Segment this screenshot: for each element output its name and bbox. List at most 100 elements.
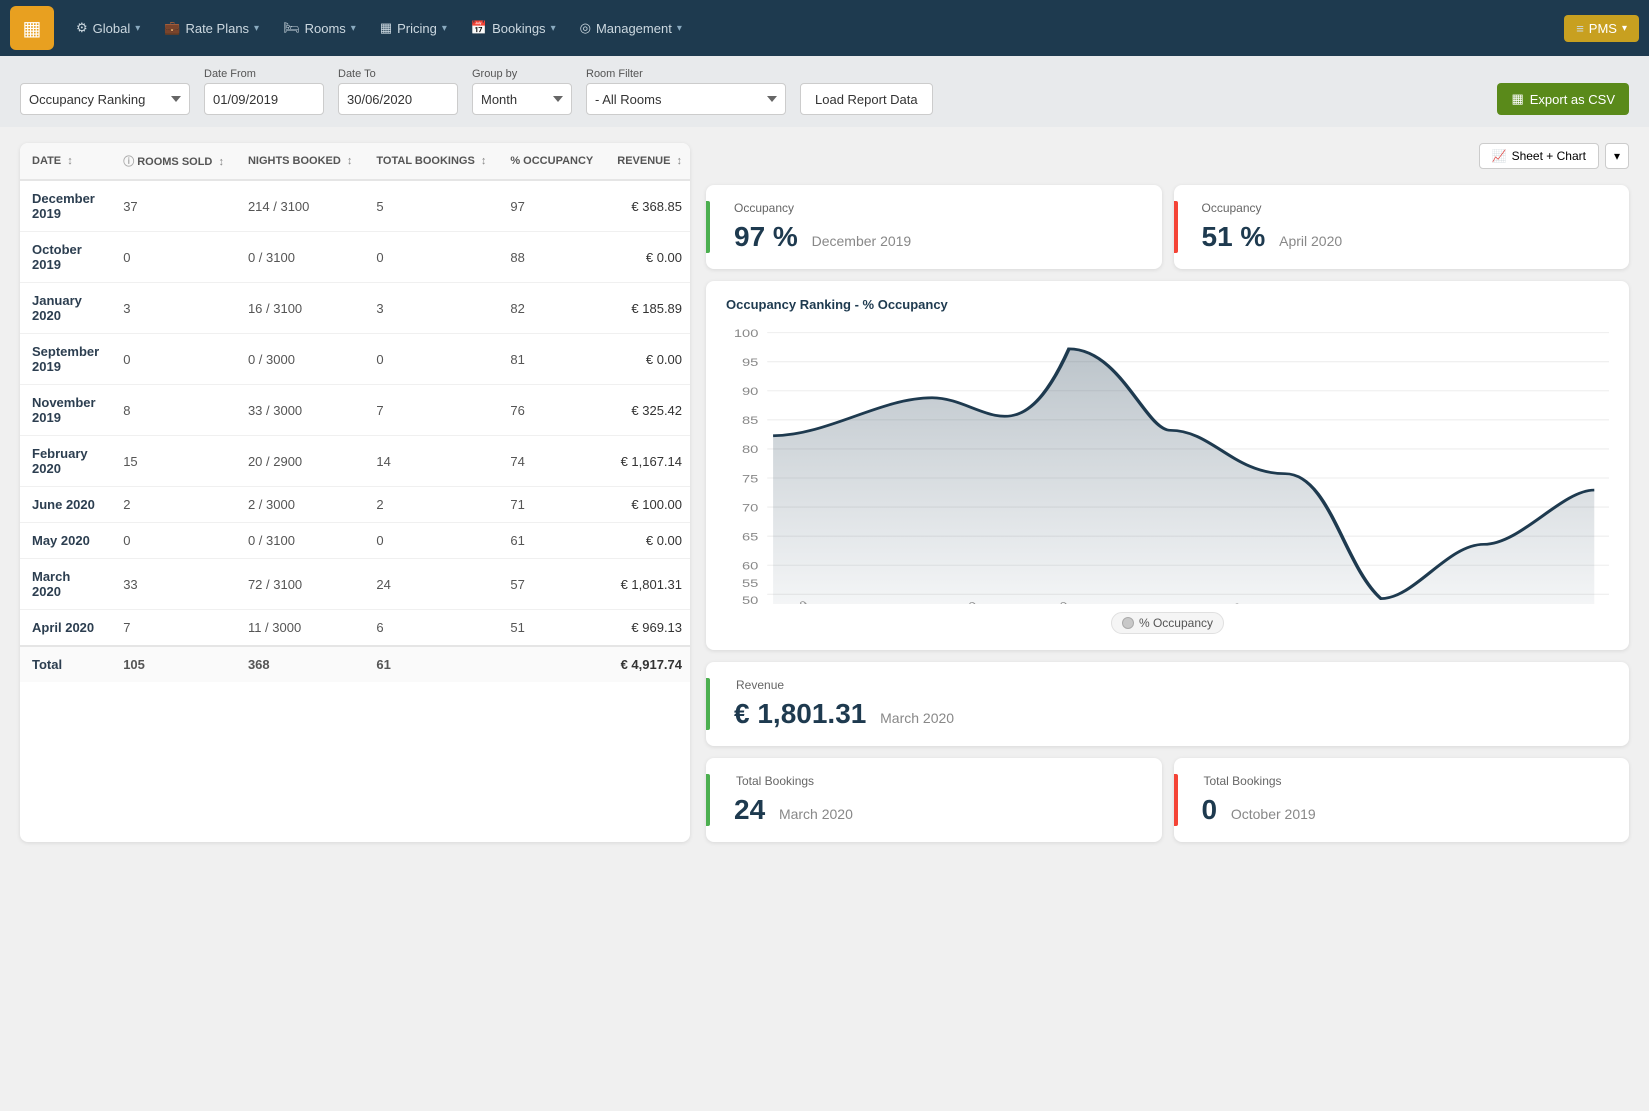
revenue-card: Revenue € 1,801.31 March 2020	[706, 662, 1629, 746]
red-accent	[1174, 201, 1178, 253]
briefcase-icon: 💼	[164, 20, 180, 36]
cell-nights-booked: 16 / 3100	[236, 283, 364, 334]
sort-icon-nights: ↕	[347, 155, 353, 167]
col-header-nights-booked[interactable]: NIGHTS BOOKED ↕	[236, 143, 364, 180]
cell-date: March 2020	[20, 559, 111, 610]
cell-pct-occupancy: 82	[498, 283, 605, 334]
date-to-input[interactable]	[338, 83, 458, 115]
nav-label-pms: PMS	[1589, 21, 1617, 36]
cell-revenue: € 1,167.14	[605, 436, 690, 487]
app-logo: ▦	[10, 6, 54, 50]
date-from-input[interactable]	[204, 83, 324, 115]
revenue-accent	[706, 678, 710, 730]
nav-item-bookings[interactable]: 📅 Bookings ▾	[459, 14, 568, 42]
date-from-label: Date From	[204, 68, 324, 80]
chevron-down-icon-7: ▾	[1622, 23, 1627, 34]
cell-rooms-sold: 0	[111, 523, 236, 559]
cell-total-label: Total	[20, 646, 111, 682]
nav-label-bookings: Bookings	[492, 21, 545, 36]
bookings-high-title: Total Bookings	[736, 774, 1142, 788]
table-row: June 2020 2 2 / 3000 2 71 € 100.00	[20, 487, 690, 523]
cell-rooms-sold: 0	[111, 334, 236, 385]
chart-legend: % Occupancy	[726, 612, 1609, 634]
cell-pct-occupancy: 61	[498, 523, 605, 559]
col-header-rooms-sold[interactable]: ⓘROOMS SOLD ↕	[111, 143, 236, 180]
cell-pct-occupancy: 81	[498, 334, 605, 385]
table-row: April 2020 7 11 / 3000 6 51 € 969.13	[20, 610, 690, 647]
occupancy-low-value: 51 % April 2020	[1202, 221, 1610, 253]
cell-nights-booked: 20 / 2900	[236, 436, 364, 487]
bookings-low-title: Total Bookings	[1204, 774, 1610, 788]
report-type-filter: Occupancy Ranking	[20, 80, 190, 115]
svg-text:60: 60	[742, 560, 758, 573]
cell-total-bookings: 2	[364, 487, 498, 523]
cell-rooms-sold: 33	[111, 559, 236, 610]
load-report-button[interactable]: Load Report Data	[800, 83, 933, 115]
cell-rooms-sold: 2	[111, 487, 236, 523]
bookings-red-accent	[1174, 774, 1178, 826]
group-by-group: Group by Month Week Day	[472, 68, 572, 115]
cell-revenue: € 1,801.31	[605, 559, 690, 610]
export-csv-button[interactable]: ▦ Export as CSV	[1497, 83, 1629, 115]
svg-text:75: 75	[742, 472, 758, 485]
top-navigation: ▦ ⚙ Global ▾ 💼 Rate Plans ▾ 🛏 Rooms ▾ ▦ …	[0, 0, 1649, 56]
cell-rooms-sold: 7	[111, 610, 236, 647]
cell-date: May 2020	[20, 523, 111, 559]
cell-total-bookings: 7	[364, 385, 498, 436]
cell-date: October 2019	[20, 232, 111, 283]
cell-pct-occupancy: 76	[498, 385, 605, 436]
chevron-down-icon-4: ▾	[442, 23, 447, 34]
sort-icon-revenue: ↕	[677, 155, 683, 167]
report-type-select[interactable]: Occupancy Ranking	[20, 83, 190, 115]
cell-total-bookings: 14	[364, 436, 498, 487]
table-row: November 2019 8 33 / 3000 7 76 € 325.42	[20, 385, 690, 436]
chart-card: Occupancy Ranking - % Occupancy 100 95 9…	[706, 281, 1629, 650]
cell-nights-booked: 0 / 3000	[236, 334, 364, 385]
nav-item-rate-plans[interactable]: 💼 Rate Plans ▾	[152, 14, 271, 42]
sheet-chart-toggle-button[interactable]: 📈 Sheet + Chart	[1479, 143, 1599, 169]
cell-date: November 2019	[20, 385, 111, 436]
cell-revenue: € 100.00	[605, 487, 690, 523]
revenue-value: € 1,801.31 March 2020	[734, 698, 1609, 730]
room-filter-select[interactable]: - All Rooms	[586, 83, 786, 115]
group-by-label: Group by	[472, 68, 572, 80]
cell-pct-occupancy: 74	[498, 436, 605, 487]
cell-revenue: € 969.13	[605, 610, 690, 647]
nav-item-rooms[interactable]: 🛏 Rooms ▾	[271, 14, 368, 42]
cell-revenue: € 0.00	[605, 232, 690, 283]
occupancy-low-card: Occupancy 51 % April 2020	[1174, 185, 1630, 269]
svg-text:70: 70	[742, 501, 758, 514]
svg-text:95: 95	[742, 356, 758, 369]
toggle-caret-button[interactable]: ▾	[1605, 143, 1629, 169]
cell-rooms-sold: 3	[111, 283, 236, 334]
data-table-section: DATE ↕ ⓘROOMS SOLD ↕ NIGHTS BOOKED ↕ TOT…	[20, 143, 690, 842]
circle-icon: ◎	[580, 20, 591, 36]
nav-item-pricing[interactable]: ▦ Pricing ▾	[368, 14, 459, 42]
load-btn-group: x Load Report Data	[800, 68, 933, 115]
list-icon: ≡	[1576, 21, 1584, 36]
col-header-total-bookings[interactable]: TOTAL BOOKINGS ↕	[364, 143, 498, 180]
table-row: October 2019 0 0 / 3100 0 88 € 0.00	[20, 232, 690, 283]
occupancy-table: DATE ↕ ⓘROOMS SOLD ↕ NIGHTS BOOKED ↕ TOT…	[20, 143, 690, 682]
table-icon: ▦	[1511, 91, 1523, 107]
cell-rooms-sold: 15	[111, 436, 236, 487]
nav-item-global[interactable]: ⚙ Global ▾	[64, 14, 152, 42]
table-row: March 2020 33 72 / 3100 24 57 € 1,801.31	[20, 559, 690, 610]
cell-nights-booked: 2 / 3000	[236, 487, 364, 523]
table-total-row: Total 105 368 61 € 4,917.74	[20, 646, 690, 682]
chevron-down-icon-2: ▾	[254, 23, 259, 34]
nav-item-management[interactable]: ◎ Management ▾	[568, 14, 694, 42]
col-header-date[interactable]: DATE ↕	[20, 143, 111, 180]
gear-icon: ⚙	[76, 20, 88, 36]
col-header-revenue[interactable]: REVENUE ↕	[605, 143, 690, 180]
bookings-green-accent	[706, 774, 710, 826]
cell-revenue: € 325.42	[605, 385, 690, 436]
group-by-select[interactable]: Month Week Day	[472, 83, 572, 115]
cell-date: February 2020	[20, 436, 111, 487]
bookings-high-card: Total Bookings 24 March 2020	[706, 758, 1162, 842]
cell-rooms-sold: 0	[111, 232, 236, 283]
table-row: February 2020 15 20 / 2900 14 74 € 1,167…	[20, 436, 690, 487]
cell-pct-occupancy: 71	[498, 487, 605, 523]
nav-item-pms[interactable]: ≡ PMS ▾	[1564, 15, 1639, 42]
svg-text:80: 80	[742, 443, 758, 456]
